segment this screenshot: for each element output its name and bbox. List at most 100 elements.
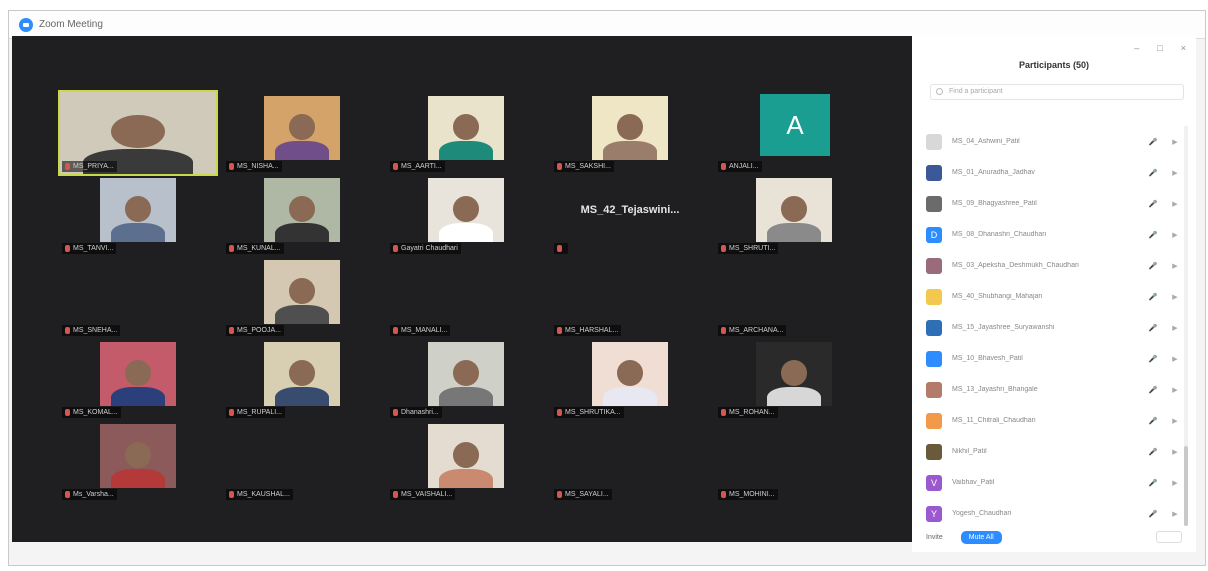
- participant-tile[interactable]: MS_ROHAN...: [716, 338, 872, 420]
- video-camera-icon[interactable]: ▶: [1164, 386, 1186, 394]
- mic-muted-icon[interactable]: 🎤: [1142, 293, 1164, 301]
- search-icon: [936, 88, 943, 95]
- participant-name-label: MS_SHRUTIKA...: [554, 407, 624, 418]
- video-camera-icon[interactable]: ▶: [1164, 324, 1186, 332]
- participant-name: MS_10_Bhavesh_Patil: [952, 355, 1023, 362]
- video-camera-icon[interactable]: ▶: [1164, 231, 1186, 239]
- participant-tile[interactable]: MS_NISHA...: [224, 92, 380, 174]
- participant-name-label: MS_KOMAL...: [62, 407, 121, 418]
- mic-muted-icon[interactable]: 🎤: [1142, 510, 1164, 518]
- scrollbar-thumb[interactable]: [1184, 446, 1188, 526]
- participant-tile[interactable]: MS_AARTI...: [388, 92, 544, 174]
- mic-muted-icon[interactable]: 🎤: [1142, 479, 1164, 487]
- mic-muted-icon[interactable]: 🎤: [1142, 200, 1164, 208]
- participant-tile[interactable]: MS_KAUSHAL...: [224, 420, 380, 502]
- video-camera-icon[interactable]: ▶: [1164, 479, 1186, 487]
- participant-row[interactable]: D MS_08_Dhanashri_Chaudhari 🎤 ▶: [926, 219, 1186, 250]
- minimize-icon[interactable]: –: [1134, 43, 1139, 53]
- participant-tile[interactable]: Ms_Varsha...: [60, 420, 216, 502]
- participant-name: MS_SNEHA...: [73, 327, 118, 334]
- video-camera-icon[interactable]: ▶: [1164, 138, 1186, 146]
- mic-muted-icon[interactable]: 🎤: [1142, 324, 1164, 332]
- participant-row[interactable]: MS_09_Bhagyashree_Patil 🎤 ▶: [926, 188, 1186, 219]
- participant-row[interactable]: MS_11_Chitrali_Chaudhari 🎤 ▶: [926, 405, 1186, 436]
- participant-tile[interactable]: MS_SAYALI...: [552, 420, 708, 502]
- mic-muted-icon[interactable]: 🎤: [1142, 262, 1164, 270]
- participant-name-label: MS_VAISHALI...: [390, 489, 456, 500]
- mic-muted-icon[interactable]: 🎤: [1142, 231, 1164, 239]
- participant-tile[interactable]: MS_PRIYA...: [58, 90, 218, 176]
- participant-row[interactable]: MS_10_Bhavesh_Patil 🎤 ▶: [926, 343, 1186, 374]
- video-camera-icon[interactable]: ▶: [1164, 293, 1186, 301]
- muted-mic-icon: [65, 491, 70, 498]
- participant-tile[interactable]: MS_HARSHAL...: [552, 256, 708, 338]
- participant-video: [100, 342, 176, 406]
- video-camera-icon[interactable]: ▶: [1164, 169, 1186, 177]
- participant-tile[interactable]: MS_42_Tejaswini...: [552, 174, 708, 256]
- muted-mic-icon: [65, 409, 70, 416]
- participant-tile[interactable]: MS_VAISHALI...: [388, 420, 544, 502]
- muted-mic-icon: [721, 409, 726, 416]
- participant-row[interactable]: MS_04_Ashwini_Patil 🎤 ▶: [926, 126, 1186, 157]
- participant-name: Nikhil_Patil: [952, 448, 987, 455]
- participant-tile[interactable]: MS_MANALI...: [388, 256, 544, 338]
- participant-name: MS_VAISHALI...: [401, 491, 453, 498]
- participant-name: MS_NISHA...: [237, 163, 279, 170]
- video-camera-icon[interactable]: ▶: [1164, 417, 1186, 425]
- participant-name: MS_POOJA...: [237, 327, 281, 334]
- participant-tile[interactable]: MS_TANVI...: [60, 174, 216, 256]
- participant-row[interactable]: MS_15_Jayashree_Suryawanshi 🎤 ▶: [926, 312, 1186, 343]
- muted-mic-icon: [393, 327, 398, 334]
- close-icon[interactable]: ×: [1181, 43, 1186, 53]
- invite-button[interactable]: Invite: [926, 534, 943, 541]
- participant-name: Vaibhav_Patil: [952, 479, 995, 486]
- mic-muted-icon[interactable]: 🎤: [1142, 448, 1164, 456]
- participant-row[interactable]: MS_13_Jayashri_Bhangale 🎤 ▶: [926, 374, 1186, 405]
- participant-list-scrollbar[interactable]: [1184, 126, 1188, 526]
- window-title: Zoom Meeting: [39, 19, 103, 30]
- muted-mic-icon: [393, 245, 398, 252]
- video-camera-icon[interactable]: ▶: [1164, 200, 1186, 208]
- participant-tile[interactable]: MS_KUNAL...: [224, 174, 380, 256]
- participant-row[interactable]: MS_01_Anuradha_Jadhav 🎤 ▶: [926, 157, 1186, 188]
- participant-name: MS_03_Apeksha_Deshmukh_Chaudhari: [952, 262, 1079, 269]
- participant-video: [428, 342, 504, 406]
- participant-tile[interactable]: MS_SHRUTI...: [716, 174, 872, 256]
- participant-tile[interactable]: Gayatri Chaudhari: [388, 174, 544, 256]
- video-camera-icon[interactable]: ▶: [1164, 510, 1186, 518]
- mic-muted-icon[interactable]: 🎤: [1142, 417, 1164, 425]
- mic-muted-icon[interactable]: 🎤: [1142, 386, 1164, 394]
- participant-name-label: MS_ARCHANA...: [718, 325, 787, 336]
- participant-name: MS_KAUSHAL...: [237, 491, 290, 498]
- participant-tile[interactable]: Dhanashri...: [388, 338, 544, 420]
- video-camera-icon[interactable]: ▶: [1164, 355, 1186, 363]
- mic-muted-icon[interactable]: 🎤: [1142, 169, 1164, 177]
- participants-panel: – □ × Participants (50) Find a participa…: [912, 36, 1196, 552]
- muted-mic-icon: [65, 163, 70, 170]
- participant-tile[interactable]: MS_ARCHANA...: [716, 256, 872, 338]
- participant-row[interactable]: MS_03_Apeksha_Deshmukh_Chaudhari 🎤 ▶: [926, 250, 1186, 281]
- participant-row[interactable]: MS_40_Shubhangi_Mahajan 🎤 ▶: [926, 281, 1186, 312]
- more-button[interactable]: [1156, 531, 1182, 543]
- popout-icon[interactable]: □: [1157, 43, 1162, 53]
- participant-search-input[interactable]: Find a participant: [930, 84, 1184, 100]
- participant-tile[interactable]: MS_SHRUTIKA...: [552, 338, 708, 420]
- participant-tile[interactable]: MS_POOJA...: [224, 256, 380, 338]
- participant-tile[interactable]: MS_KOMAL...: [60, 338, 216, 420]
- mic-muted-icon[interactable]: 🎤: [1142, 355, 1164, 363]
- video-camera-icon[interactable]: ▶: [1164, 448, 1186, 456]
- video-camera-icon[interactable]: ▶: [1164, 262, 1186, 270]
- participant-row[interactable]: V Vaibhav_Patil 🎤 ▶: [926, 467, 1186, 498]
- participant-tile[interactable]: MS_MOHINI...: [716, 420, 872, 502]
- participant-tile[interactable]: MS_RUPALI...: [224, 338, 380, 420]
- participant-tile[interactable]: A ANJALI...: [716, 92, 872, 174]
- participant-tile[interactable]: MS_SAKSHI...: [552, 92, 708, 174]
- panel-window-controls: – □ ×: [912, 36, 1196, 60]
- participant-name-label: Dhanashri...: [390, 407, 442, 418]
- mic-muted-icon[interactable]: 🎤: [1142, 138, 1164, 146]
- mute-all-button[interactable]: Mute All: [960, 530, 1002, 544]
- participant-tile[interactable]: MS_SNEHA...: [60, 256, 216, 338]
- muted-mic-icon: [393, 491, 398, 498]
- participant-avatar: [926, 195, 942, 212]
- participant-row[interactable]: Nikhil_Patil 🎤 ▶: [926, 436, 1186, 467]
